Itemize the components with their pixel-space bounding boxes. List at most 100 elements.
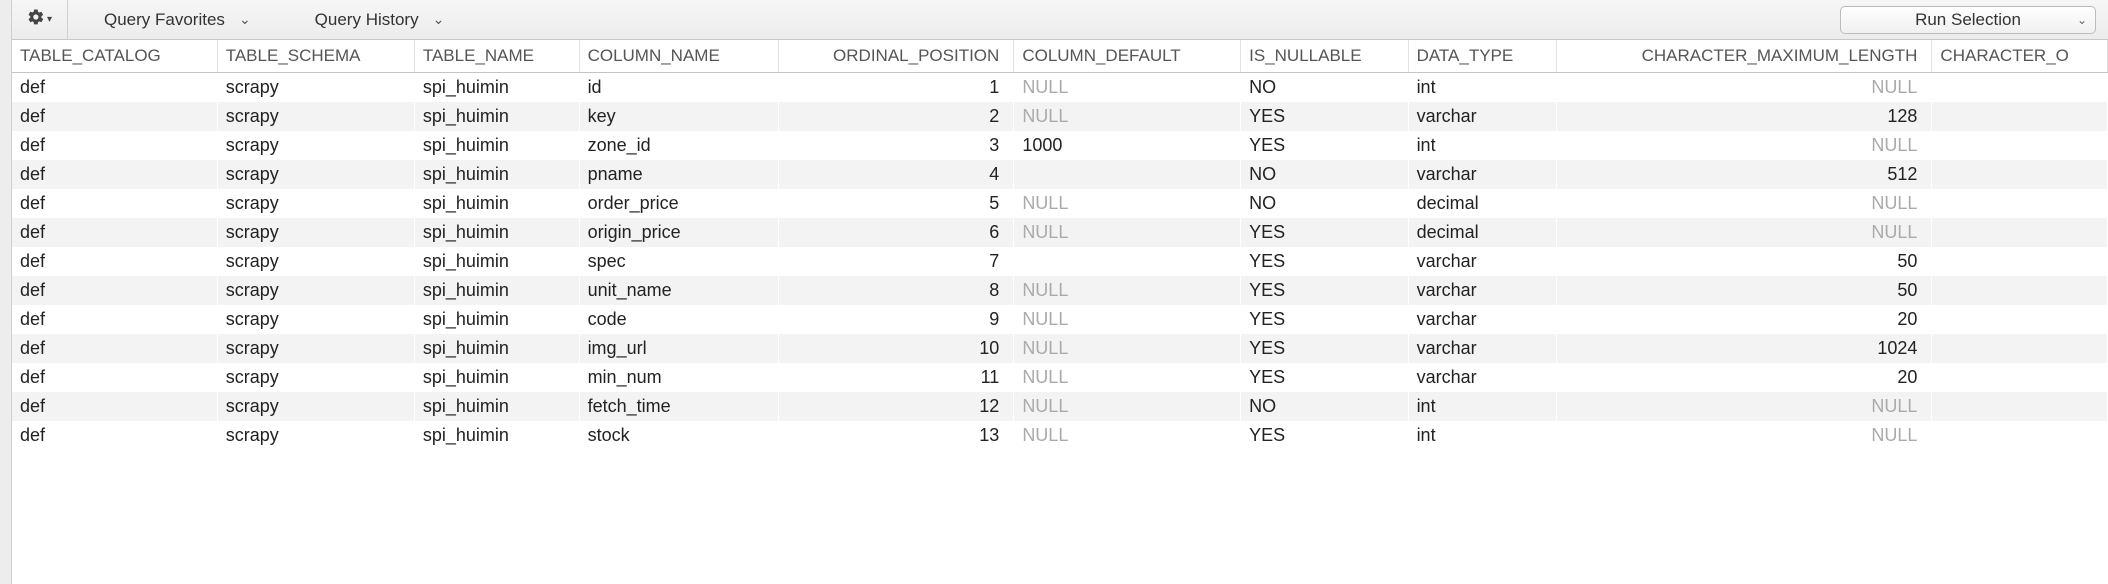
table-cell: YES — [1241, 334, 1408, 363]
query-favorites-label: Query Favorites — [104, 10, 225, 30]
table-cell: spi_huimin — [414, 247, 579, 276]
table-row[interactable]: defscrapyspi_huiminpname4NOvarchar512 — [12, 160, 2108, 189]
column-header[interactable]: TABLE_SCHEMA — [217, 40, 414, 73]
table-cell: scrapy — [217, 392, 414, 421]
column-header[interactable]: TABLE_CATALOG — [12, 40, 217, 73]
table-row[interactable]: defscrapyspi_huiminorigin_price6NULLYESd… — [12, 218, 2108, 247]
table-cell: int — [1408, 73, 1557, 103]
table-cell — [1932, 160, 2108, 189]
table-cell — [1932, 218, 2108, 247]
column-header[interactable]: COLUMN_DEFAULT — [1014, 40, 1241, 73]
table-cell: NULL — [1557, 392, 1932, 421]
table-row[interactable]: defscrapyspi_huiminfetch_time12NULLNOint… — [12, 392, 2108, 421]
run-selection-label: Run Selection — [1915, 10, 2021, 30]
table-cell: varchar — [1408, 276, 1557, 305]
table-cell: varchar — [1408, 334, 1557, 363]
column-header[interactable]: ORDINAL_POSITION — [779, 40, 1014, 73]
table-cell: varchar — [1408, 160, 1557, 189]
table-row[interactable]: defscrapyspi_huiminspec7YESvarchar50 — [12, 247, 2108, 276]
table-cell: 3 — [779, 131, 1014, 160]
table-cell: 4 — [779, 160, 1014, 189]
table-cell: NULL — [1014, 276, 1241, 305]
table-cell — [1932, 247, 2108, 276]
chevron-down-icon: ▾ — [47, 14, 52, 25]
table-cell: varchar — [1408, 247, 1557, 276]
table-cell: key — [579, 102, 779, 131]
table-cell: 9 — [779, 305, 1014, 334]
table-cell: scrapy — [217, 305, 414, 334]
table-cell: def — [12, 305, 217, 334]
table-cell: def — [12, 218, 217, 247]
gear-icon — [27, 8, 45, 31]
table-cell: min_num — [579, 363, 779, 392]
column-header[interactable]: IS_NULLABLE — [1241, 40, 1408, 73]
table-cell: 128 — [1557, 102, 1932, 131]
table-cell — [1932, 421, 2108, 450]
table-cell: def — [12, 421, 217, 450]
column-header[interactable]: CHARACTER_MAXIMUM_LENGTH — [1557, 40, 1932, 73]
table-cell: 13 — [779, 421, 1014, 450]
table-cell: varchar — [1408, 305, 1557, 334]
table-cell: scrapy — [217, 189, 414, 218]
table-row[interactable]: defscrapyspi_huiminid1NULLNOintNULL — [12, 73, 2108, 103]
table-cell — [1014, 160, 1241, 189]
column-header[interactable]: COLUMN_NAME — [579, 40, 779, 73]
table-cell: 12 — [779, 392, 1014, 421]
table-cell — [1932, 131, 2108, 160]
table-cell: def — [12, 363, 217, 392]
table-row[interactable]: defscrapyspi_huiminkey2NULLYESvarchar128 — [12, 102, 2108, 131]
table-cell: id — [579, 73, 779, 103]
table-cell: scrapy — [217, 363, 414, 392]
table-cell: stock — [579, 421, 779, 450]
settings-menu-button[interactable]: ▾ — [12, 0, 68, 39]
table-cell: 20 — [1557, 363, 1932, 392]
table-cell: NULL — [1014, 218, 1241, 247]
table-cell: int — [1408, 392, 1557, 421]
table-cell: order_price — [579, 189, 779, 218]
table-cell: spi_huimin — [414, 363, 579, 392]
table-cell: fetch_time — [579, 392, 779, 421]
query-history-menu[interactable]: Query History ⌄ — [279, 0, 473, 39]
table-cell: code — [579, 305, 779, 334]
table-row[interactable]: defscrapyspi_huimincode9NULLYESvarchar20 — [12, 305, 2108, 334]
table-row[interactable]: defscrapyspi_huiminunit_name8NULLYESvarc… — [12, 276, 2108, 305]
table-cell — [1932, 189, 2108, 218]
table-cell: unit_name — [579, 276, 779, 305]
column-header[interactable]: TABLE_NAME — [414, 40, 579, 73]
table-row[interactable]: defscrapyspi_huiminstock13NULLYESintNULL — [12, 421, 2108, 450]
table-cell: NO — [1241, 392, 1408, 421]
table-row[interactable]: defscrapyspi_huiminimg_url10NULLYESvarch… — [12, 334, 2108, 363]
table-cell: scrapy — [217, 160, 414, 189]
table-cell: NO — [1241, 160, 1408, 189]
table-cell: spi_huimin — [414, 392, 579, 421]
chevron-down-icon: ⌄ — [2077, 13, 2087, 27]
results-table: TABLE_CATALOGTABLE_SCHEMATABLE_NAMECOLUM… — [12, 40, 2108, 584]
column-header[interactable]: DATA_TYPE — [1408, 40, 1557, 73]
table-cell — [1932, 276, 2108, 305]
table-cell: YES — [1241, 247, 1408, 276]
table-cell: 7 — [779, 247, 1014, 276]
table-cell: 8 — [779, 276, 1014, 305]
left-gutter — [0, 0, 12, 584]
table-cell: spi_huimin — [414, 131, 579, 160]
table-cell: NULL — [1014, 392, 1241, 421]
table-row[interactable]: defscrapyspi_huiminmin_num11NULLYESvarch… — [12, 363, 2108, 392]
table-cell: origin_price — [579, 218, 779, 247]
table-cell: 6 — [779, 218, 1014, 247]
table-cell — [1932, 73, 2108, 103]
query-favorites-menu[interactable]: Query Favorites ⌄ — [68, 0, 279, 39]
table-cell: 50 — [1557, 247, 1932, 276]
table-cell: spi_huimin — [414, 73, 579, 103]
table-cell: def — [12, 392, 217, 421]
table-cell: NULL — [1557, 131, 1932, 160]
table-row[interactable]: defscrapyspi_huiminorder_price5NULLNOdec… — [12, 189, 2108, 218]
table-cell: YES — [1241, 131, 1408, 160]
table-cell: def — [12, 160, 217, 189]
table-row[interactable]: defscrapyspi_huiminzone_id31000YESintNUL… — [12, 131, 2108, 160]
toolbar: ▾ Query Favorites ⌄ Query History ⌄ Run … — [12, 0, 2108, 40]
run-selection-button[interactable]: Run Selection ⌄ — [1840, 6, 2096, 34]
column-header[interactable]: CHARACTER_O — [1932, 40, 2108, 73]
table-cell: decimal — [1408, 218, 1557, 247]
table-cell: 10 — [779, 334, 1014, 363]
table-cell: 5 — [779, 189, 1014, 218]
